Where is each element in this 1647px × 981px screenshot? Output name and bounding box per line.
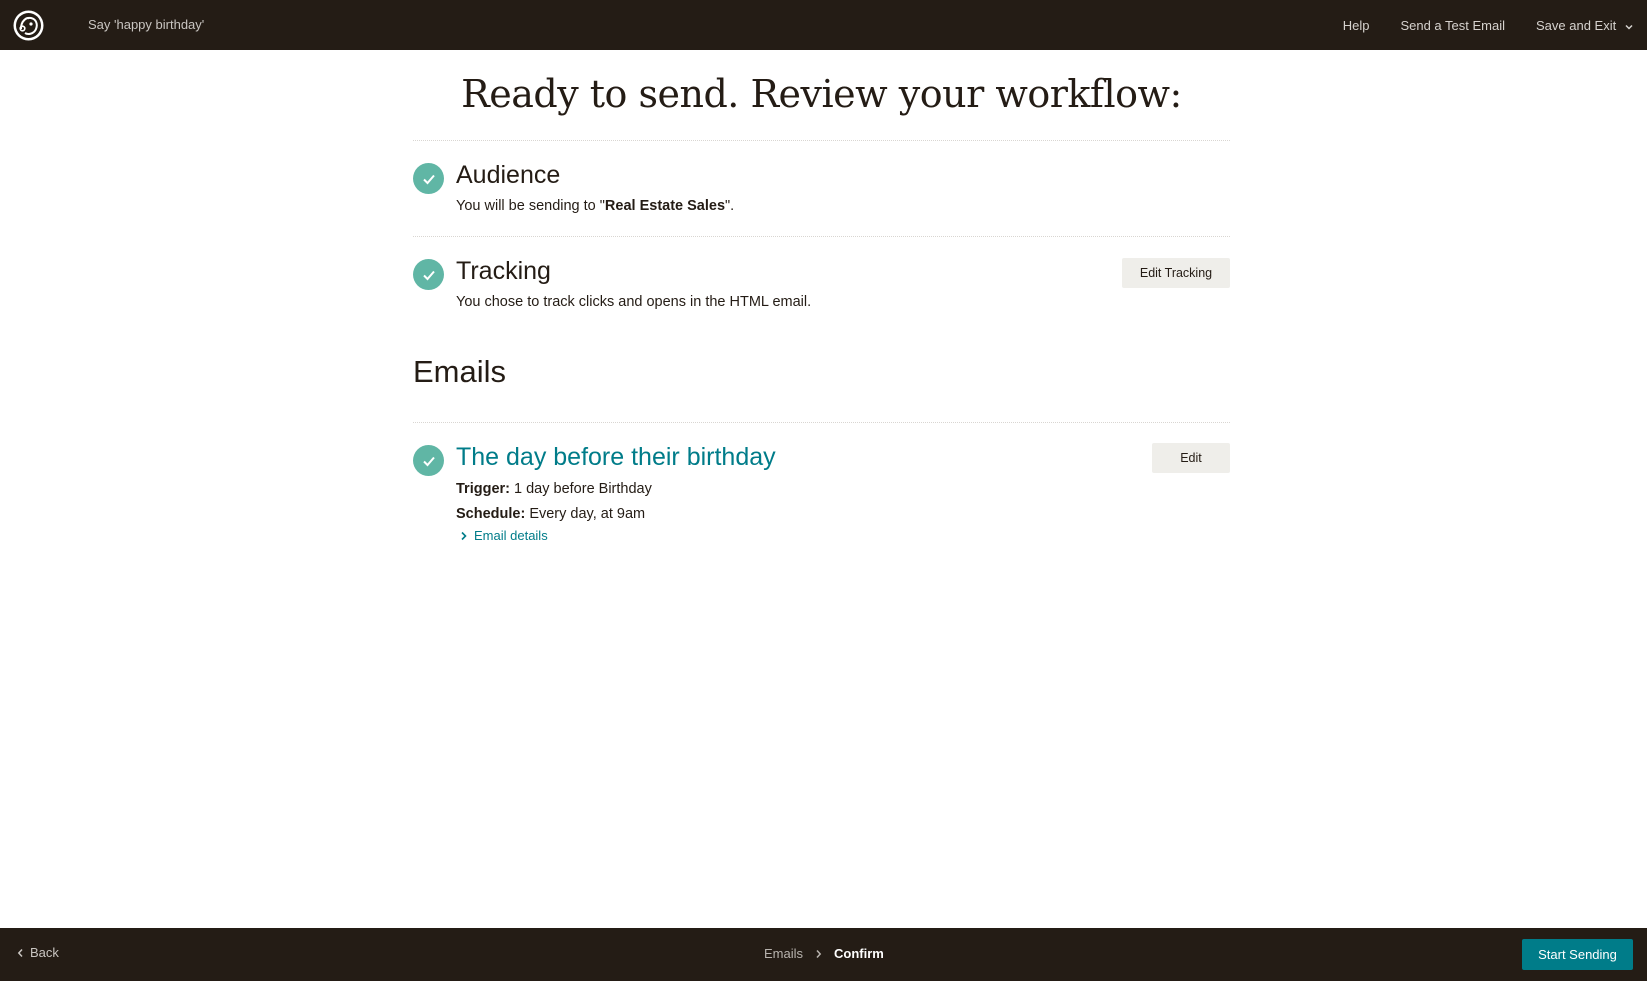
chevron-right-icon	[461, 531, 467, 540]
chevron-right-icon	[815, 949, 822, 959]
email-title[interactable]: The day before their birthday	[456, 443, 776, 472]
breadcrumb-confirm: Confirm	[834, 946, 884, 961]
help-link[interactable]: Help	[1343, 18, 1370, 33]
bottom-bar: Back Emails Confirm Start Sending	[0, 928, 1647, 981]
top-nav: Help Send a Test Email Save and Exit	[1343, 0, 1647, 50]
save-and-exit-label: Save and Exit	[1536, 17, 1617, 33]
start-sending-button[interactable]: Start Sending	[1522, 939, 1633, 970]
breadcrumb: Emails Confirm	[764, 946, 884, 961]
check-icon	[413, 445, 444, 476]
emails-heading: Emails	[413, 354, 507, 389]
chevron-left-icon	[17, 948, 23, 957]
tracking-description: You chose to track clicks and opens in t…	[456, 294, 812, 310]
tracking-title: Tracking	[456, 257, 551, 285]
breadcrumb-emails[interactable]: Emails	[764, 946, 803, 961]
audience-description: You will be sending to "Real Estate Sale…	[456, 198, 734, 214]
edit-tracking-button[interactable]: Edit Tracking	[1122, 258, 1230, 288]
trigger-value: 1 day before Birthday	[509, 481, 652, 497]
save-and-exit-menu[interactable]: Save and Exit	[1536, 18, 1647, 33]
send-test-email-link[interactable]: Send a Test Email	[1400, 18, 1505, 33]
top-bar: Say 'happy birthday' Help Send a Test Em…	[0, 0, 1647, 50]
audience-desc-suffix: ".	[725, 198, 735, 214]
back-label: Back	[30, 945, 59, 960]
campaign-name: Say 'happy birthday'	[88, 17, 205, 32]
divider	[413, 422, 1230, 423]
chevron-down-icon	[1624, 20, 1634, 30]
check-icon	[413, 259, 444, 290]
email-schedule: Schedule: Every day, at 9am	[456, 506, 645, 522]
trigger-label: Trigger:	[456, 481, 510, 497]
check-icon	[413, 163, 444, 194]
back-button[interactable]: Back	[17, 945, 59, 960]
mailchimp-logo-icon[interactable]	[12, 9, 45, 42]
page-title: Ready to send. Review your workflow:	[461, 72, 1182, 116]
audience-title: Audience	[456, 161, 561, 189]
email-details-label: Email details	[474, 528, 548, 543]
schedule-label: Schedule:	[456, 506, 526, 522]
divider	[413, 236, 1230, 237]
edit-email-button[interactable]: Edit	[1152, 443, 1230, 473]
email-trigger: Trigger: 1 day before Birthday	[456, 481, 652, 497]
schedule-value: Every day, at 9am	[525, 506, 646, 522]
audience-desc-prefix: You will be sending to "	[456, 198, 605, 214]
email-details-link[interactable]: Email details	[460, 528, 548, 543]
audience-list-name: Real Estate Sales	[604, 198, 726, 214]
divider	[413, 140, 1230, 141]
